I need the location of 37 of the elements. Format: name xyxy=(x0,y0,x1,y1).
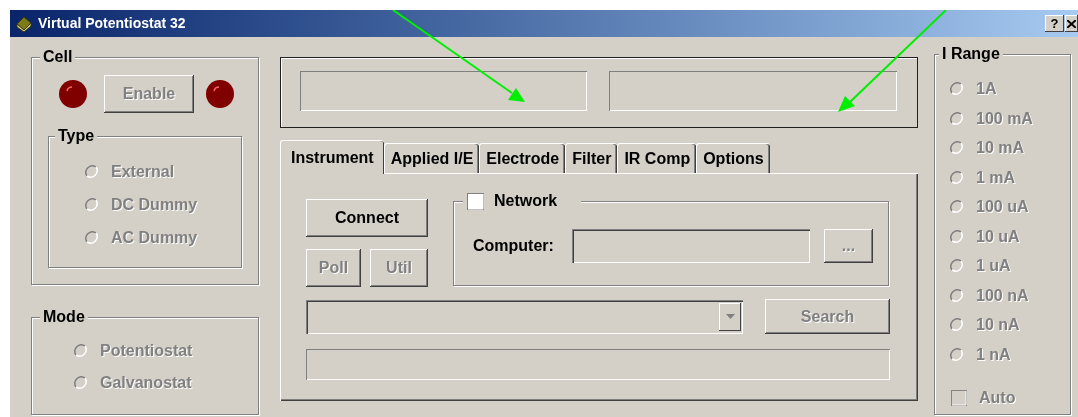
field-label: Computer: xyxy=(473,236,555,256)
group-title: I Range xyxy=(939,44,1003,64)
tab[interactable]: IR Comp xyxy=(617,143,697,173)
window-title: Virtual Potentiostat 32 xyxy=(38,14,186,33)
radio-label: 1A xyxy=(976,79,997,99)
tab[interactable]: Applied I/E xyxy=(383,143,480,173)
tab[interactable]: Instrument xyxy=(280,140,384,174)
tab[interactable]: Electrode xyxy=(479,143,566,173)
radio-label: 10 mA xyxy=(976,138,1025,158)
radio-label: DC Dummy xyxy=(111,195,198,215)
computer-field[interactable] xyxy=(572,229,810,263)
group-title: Type xyxy=(55,126,98,146)
checkbox-label: Network xyxy=(494,191,558,211)
device-dropdown[interactable] xyxy=(306,299,743,334)
radio-label: 100 nA xyxy=(976,285,1029,306)
tab[interactable]: Filter xyxy=(565,143,618,173)
radio-label: 1 mA xyxy=(976,167,1016,188)
help-button[interactable]: ? xyxy=(1045,15,1064,32)
connect-button[interactable]: Connect xyxy=(306,199,428,237)
radio-label: External xyxy=(111,162,175,182)
radio-label: Potentiostat xyxy=(100,341,193,361)
radio-label: 1 uA xyxy=(976,256,1011,276)
radio-label: 10 uA xyxy=(976,226,1020,247)
radio-label: 100 mA xyxy=(976,108,1033,129)
radio-label: 100 uA xyxy=(976,197,1029,217)
close-icon xyxy=(1067,19,1076,28)
radio-label: Galvanostat xyxy=(100,373,192,393)
checkbox-label: Auto xyxy=(979,387,1016,408)
radio-label: 1 nA xyxy=(976,344,1011,365)
radio-label: 10 nA xyxy=(976,315,1020,335)
book-icon xyxy=(15,14,33,33)
radio-label: AC Dummy xyxy=(111,228,198,248)
dropdown-button[interactable] xyxy=(719,302,741,331)
caret-icon xyxy=(725,314,735,319)
checkbox[interactable] xyxy=(467,192,484,210)
close-button[interactable] xyxy=(1065,15,1078,32)
tab[interactable]: Options xyxy=(696,143,770,173)
